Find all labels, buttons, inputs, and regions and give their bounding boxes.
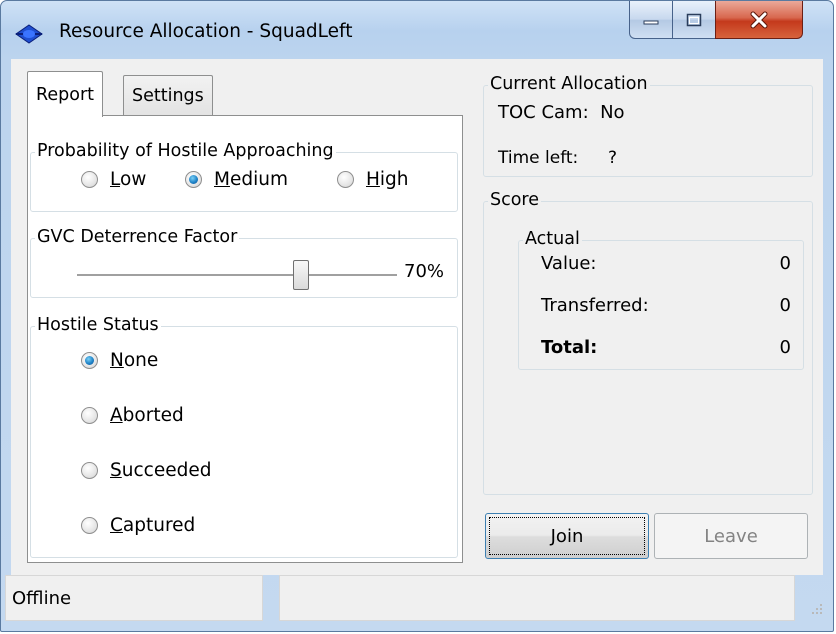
score-value-value: 0 xyxy=(779,253,791,274)
client-area: Report Settings Probability of Hostile A… xyxy=(11,59,823,575)
radio-high-indicator xyxy=(337,171,354,188)
radio-captured-label: Captured xyxy=(110,515,196,536)
radio-low[interactable]: Low xyxy=(81,169,146,190)
radio-none-indicator xyxy=(81,352,98,369)
actual-group: Actual Value: 0 Transferred: 0 Total: 0 xyxy=(518,228,804,370)
minimize-icon xyxy=(643,20,659,24)
deterrence-group-title: GVC Deterrence Factor xyxy=(35,226,240,248)
radio-captured[interactable]: Captured xyxy=(81,515,195,536)
radio-captured-indicator xyxy=(81,517,98,534)
score-group: Score Actual Value: 0 Transferred: 0 Tot… xyxy=(483,189,813,495)
probability-group: Probability of Hostile Approaching Low M… xyxy=(30,140,458,212)
score-transferred-label: Transferred: xyxy=(541,295,649,316)
join-focus-rect xyxy=(489,517,645,555)
tab-settings[interactable]: Settings xyxy=(123,75,213,115)
minimize-button[interactable] xyxy=(629,1,673,39)
title-bar[interactable]: Resource Allocation - SquadLeft xyxy=(1,1,833,57)
radio-succeeded[interactable]: Succeeded xyxy=(81,460,211,481)
hostile-status-group: Hostile Status None Aborted Succeeded Ca… xyxy=(30,314,458,558)
radio-none[interactable]: None xyxy=(81,350,158,371)
current-allocation-group: Current Allocation TOC Cam: No Time left… xyxy=(483,73,813,177)
join-button[interactable]: Join xyxy=(485,513,649,559)
caption-buttons xyxy=(629,1,829,41)
tab-report[interactable]: Report xyxy=(27,71,104,117)
probability-group-title: Probability of Hostile Approaching xyxy=(35,140,336,162)
app-icon xyxy=(15,24,43,44)
radio-medium-label: Medium xyxy=(214,169,288,190)
close-button[interactable] xyxy=(715,1,803,39)
deterrence-slider-track[interactable] xyxy=(77,274,397,277)
deterrence-group: GVC Deterrence Factor 70% xyxy=(30,226,458,298)
maximize-button[interactable] xyxy=(672,1,716,39)
actual-title: Actual xyxy=(523,228,582,250)
leave-button: Leave xyxy=(654,513,808,559)
radio-aborted[interactable]: Aborted xyxy=(81,405,184,426)
resize-grip-icon[interactable] xyxy=(807,599,825,617)
tab-settings-label: Settings xyxy=(132,85,204,106)
score-value-label: Value: xyxy=(541,253,597,274)
status-message xyxy=(279,575,795,621)
radio-high-label: High xyxy=(366,169,409,190)
score-total-value: 0 xyxy=(779,337,791,358)
radio-high[interactable]: High xyxy=(337,169,409,190)
time-left-value: ? xyxy=(608,148,618,168)
score-title: Score xyxy=(488,189,542,211)
current-allocation-title: Current Allocation xyxy=(488,73,650,95)
radio-medium-indicator xyxy=(185,171,202,188)
deterrence-value: 70% xyxy=(404,261,445,282)
window-title: Resource Allocation - SquadLeft xyxy=(59,21,353,42)
radio-low-label: Low xyxy=(110,169,147,190)
tab-report-label: Report xyxy=(36,84,95,105)
radio-aborted-indicator xyxy=(81,407,98,424)
radio-aborted-label: Aborted xyxy=(110,405,184,426)
hostile-status-group-title: Hostile Status xyxy=(35,314,161,336)
radio-none-label: None xyxy=(110,350,159,371)
maximize-icon xyxy=(686,13,702,26)
score-total-label: Total: xyxy=(541,337,598,358)
close-icon xyxy=(750,11,768,28)
status-connection: Offline xyxy=(5,575,263,621)
radio-low-indicator xyxy=(81,171,98,188)
radio-medium[interactable]: Medium xyxy=(185,169,288,190)
report-panel: Probability of Hostile Approaching Low M… xyxy=(27,115,463,563)
deterrence-slider-thumb[interactable] xyxy=(293,260,309,290)
toc-cam-status: TOC Cam: No xyxy=(498,102,625,123)
score-transferred-value: 0 xyxy=(779,295,791,316)
window: Resource Allocation - SquadLeft Report S… xyxy=(0,0,834,632)
radio-succeeded-label: Succeeded xyxy=(110,460,212,481)
status-connection-text: Offline xyxy=(12,587,72,609)
leave-button-label: Leave xyxy=(704,525,758,547)
time-left-label: Time left: xyxy=(498,148,579,168)
radio-succeeded-indicator xyxy=(81,462,98,479)
